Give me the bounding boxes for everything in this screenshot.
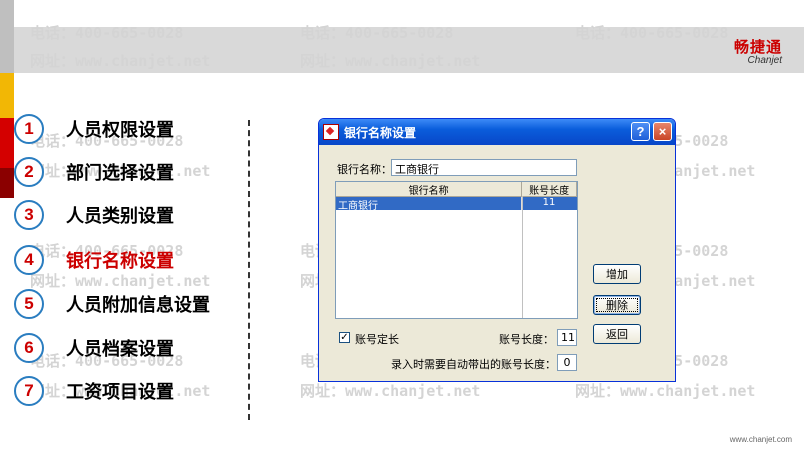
dashed-divider [248, 120, 250, 420]
column-header-bank-name[interactable]: 银行名称 [336, 182, 523, 197]
menu-item-label: 人员档案设置 [66, 339, 174, 360]
menu-item-label: 工资项目设置 [66, 382, 174, 403]
grid-header: 银行名称 账号长度 [336, 182, 577, 197]
fixed-length-label: 账号定长 [355, 333, 399, 346]
menu-item-label: 人员权限设置 [66, 120, 174, 141]
watermark-phone: 电话：400-665-0028 [30, 24, 184, 42]
menu-number-badge: 7 [14, 376, 44, 406]
menu-number-badge: 4 [14, 245, 44, 275]
slide: 电话：400-665-0028 网址：www.chanjet.net 电话：40… [0, 0, 804, 454]
dialog-titlebar[interactable]: 银行名称设置 [319, 119, 675, 145]
fixed-length-checkbox[interactable]: ✓ [339, 332, 350, 343]
menu-item-additional-info[interactable]: 5 人员附加信息设置 [14, 286, 210, 322]
table-row[interactable]: 工商银行 11 [336, 197, 577, 212]
grid-column-divider [522, 196, 523, 318]
bank-name-label: 银行名称： [337, 163, 392, 176]
menu-item-label: 部门选择设置 [66, 163, 174, 184]
menu-number-badge: 6 [14, 333, 44, 363]
menu-item-label: 人员类别设置 [66, 206, 174, 227]
logo-cn-text: 畅捷通 [733, 38, 782, 56]
menu-item-user-permission[interactable]: 1 人员权限设置 [14, 111, 174, 147]
watermark-web: 网址：www.chanjet.net [300, 52, 481, 70]
cell-account-length: 11 [542, 197, 556, 208]
auto-length-input[interactable]: 0 [557, 354, 577, 371]
menu-number-badge: 2 [14, 157, 44, 187]
menu-number-badge: 1 [14, 114, 44, 144]
watermark-phone: 电话：400-665-0028 [300, 24, 454, 42]
accent-strip-gray [0, 0, 14, 73]
menu-item-staff-archive[interactable]: 6 人员档案设置 [14, 330, 174, 366]
watermark-web: 网址：www.chanjet.net [575, 382, 756, 400]
menu-item-staff-category[interactable]: 3 人员类别设置 [14, 197, 174, 233]
site-footer: www.chanjet.com [729, 435, 792, 444]
menu-item-salary-items[interactable]: 7 工资项目设置 [14, 373, 174, 409]
column-header-account-length[interactable]: 账号长度 [522, 182, 577, 197]
dialog-title: 银行名称设置 [344, 125, 417, 140]
watermark-web: 网址：www.chanjet.net [300, 382, 481, 400]
watermark-phone: 电话：400-665-0028 [575, 24, 729, 42]
close-button[interactable]: × [653, 122, 672, 141]
menu-item-label-active: 银行名称设置 [66, 251, 174, 272]
accent-strip-red [0, 118, 14, 168]
menu-item-department[interactable]: 2 部门选择设置 [14, 154, 174, 190]
auto-length-label: 录入时需要自动带出的账号长度： [391, 358, 556, 371]
add-button[interactable]: 增加 [593, 264, 641, 284]
bank-list-grid[interactable]: 银行名称 账号长度 工商银行 11 [335, 181, 578, 319]
watermark-web: 网址：www.chanjet.net [30, 52, 211, 70]
account-length-input[interactable]: 11 [557, 329, 577, 346]
accent-strip-darkred [0, 168, 14, 198]
help-button[interactable]: ? [631, 122, 650, 141]
delete-button[interactable]: 删除 [593, 295, 641, 315]
bank-name-dialog: 银行名称设置 ? × 银行名称： 工商银行 银行名称 账号长度 工商银行 11 … [318, 118, 676, 382]
back-button[interactable]: 返回 [593, 324, 641, 344]
app-icon [323, 124, 339, 140]
chanjet-logo: 畅捷通 Chanjet [734, 36, 782, 66]
menu-item-label: 人员附加信息设置 [66, 295, 210, 316]
cell-bank-name: 工商银行 [336, 197, 522, 212]
menu-number-badge: 5 [14, 289, 44, 319]
accent-strip-yellow [0, 73, 14, 118]
menu-number-badge: 3 [14, 200, 44, 230]
bank-name-input[interactable]: 工商银行 [391, 159, 577, 176]
account-length-label: 账号长度： [499, 333, 554, 346]
menu-item-bank-name[interactable]: 4 银行名称设置 [14, 242, 174, 278]
